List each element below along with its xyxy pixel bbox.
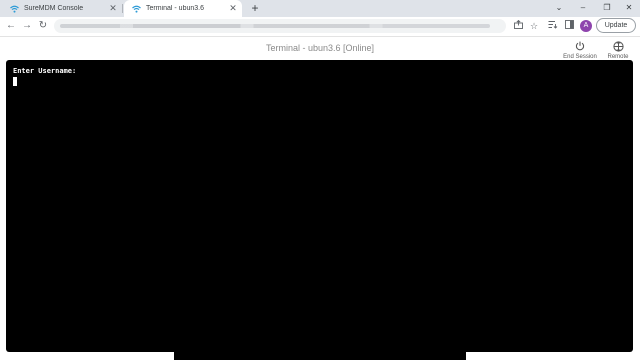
end-session-button[interactable]: End Session (560, 40, 600, 60)
blurred-url (60, 24, 490, 28)
tab-title: SureMDM Console (24, 5, 84, 12)
tab-search-icon[interactable]: ⌄ (546, 0, 572, 17)
share-icon[interactable] (512, 19, 524, 32)
forward-arrow-icon[interactable]: → (21, 20, 33, 32)
remote-button[interactable]: Remote (598, 40, 638, 60)
new-tab-button[interactable]: + (248, 1, 262, 15)
tab-terminal[interactable]: Terminal - ubun3.6 ✕ (124, 0, 242, 17)
browser-toolbar: ← → ↻ ☆ A Update (0, 17, 640, 37)
update-button[interactable]: Update (596, 18, 636, 33)
terminal-bottom-strip (174, 352, 466, 360)
back-arrow-icon[interactable]: ← (5, 20, 17, 32)
remote-icon (598, 40, 638, 52)
address-bar[interactable] (54, 19, 506, 33)
side-panel-icon[interactable] (563, 20, 575, 32)
reading-list-icon[interactable] (547, 20, 559, 32)
tab-suremdm-console[interactable]: SureMDM Console ✕ (4, 0, 122, 17)
minimize-button[interactable]: – (570, 0, 596, 17)
power-icon (560, 40, 600, 52)
page-title: Terminal - ubun3.6 [Online] (265, 43, 375, 53)
terminal-prompt: Enter Username: (13, 67, 77, 75)
tab-title: Terminal - ubun3.6 (146, 5, 204, 12)
tab-strip: SureMDM Console ✕ Terminal - ubun3.6 ✕ +… (0, 0, 640, 17)
wifi-favicon-icon (132, 4, 141, 13)
close-tab-icon[interactable]: ✕ (108, 3, 118, 14)
terminal-cursor (13, 77, 17, 86)
bookmark-star-icon[interactable]: ☆ (528, 20, 540, 32)
close-window-button[interactable]: ✕ (616, 0, 640, 17)
profile-avatar[interactable]: A (580, 20, 592, 32)
close-tab-icon[interactable]: ✕ (228, 3, 238, 14)
reload-icon[interactable]: ↻ (37, 20, 49, 32)
tab-separator (122, 4, 123, 13)
wifi-favicon-icon (10, 4, 19, 13)
terminal-window[interactable]: Enter Username: (6, 60, 633, 352)
